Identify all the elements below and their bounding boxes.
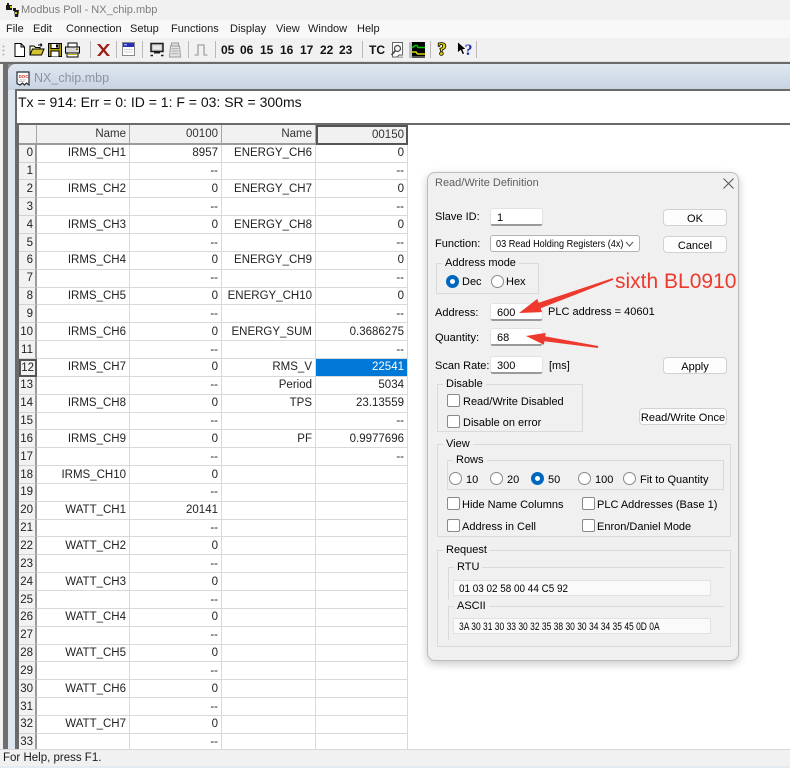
svg-text:?: ?	[465, 42, 473, 58]
svg-text:DOC: DOC	[19, 74, 29, 79]
svg-text:?: ?	[438, 41, 447, 58]
